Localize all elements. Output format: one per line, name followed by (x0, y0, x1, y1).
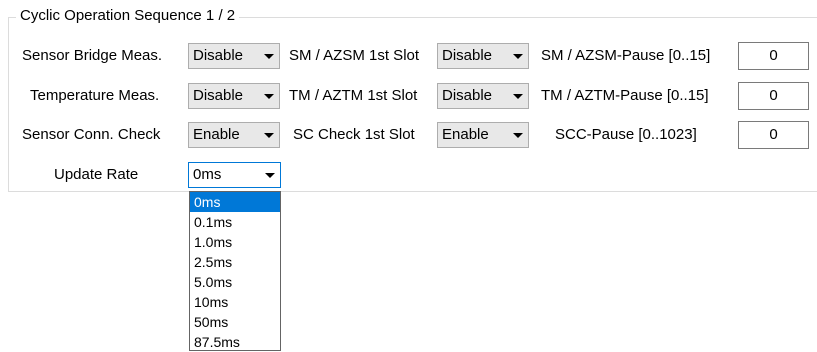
tm-aztm-slot-value: Disable (442, 87, 493, 104)
update-rate-option[interactable]: 87.5ms (190, 332, 280, 352)
chevron-down-icon (513, 54, 523, 59)
update-rate-option[interactable]: 10ms (190, 292, 280, 312)
chevron-down-icon (513, 133, 523, 138)
update-rate-option[interactable]: 2.5ms (190, 252, 280, 272)
sensor-bridge-value: Disable (193, 47, 244, 64)
update-rate-option[interactable]: 50ms (190, 312, 280, 332)
tm-aztm-slot-select[interactable]: Disable (437, 83, 529, 109)
tm-aztm-slot-label: TM / AZTM 1st Slot (289, 87, 418, 104)
sc-check-slot-select[interactable]: Enable (437, 122, 529, 148)
sensor-bridge-label: Sensor Bridge Meas. (22, 47, 163, 64)
update-rate-option[interactable]: 5.0ms (190, 272, 280, 292)
temperature-label: Temperature Meas. (30, 87, 160, 104)
sensor-bridge-select[interactable]: Disable (188, 43, 280, 69)
sc-check-slot-label: SC Check 1st Slot (293, 126, 415, 143)
sm-azsm-slot-label: SM / AZSM 1st Slot (289, 47, 420, 64)
sensor-conn-label: Sensor Conn. Check (22, 126, 161, 143)
update-rate-select[interactable]: 0ms (188, 162, 281, 188)
sm-azsm-pause-input[interactable]: 0 (738, 42, 809, 70)
sm-azsm-pause-label: SM / AZSM-Pause [0..15] (541, 47, 711, 64)
temperature-select[interactable]: Disable (188, 83, 280, 109)
group-title: Cyclic Operation Sequence 1 / 2 (16, 6, 240, 26)
chevron-down-icon (264, 133, 274, 138)
chevron-down-icon (265, 173, 275, 178)
sensor-conn-select[interactable]: Enable (188, 122, 280, 148)
chevron-down-icon (513, 94, 523, 99)
update-rate-dropdown-list: 0ms 0.1ms 1.0ms 2.5ms 5.0ms 10ms 50ms 87… (189, 191, 281, 351)
chevron-down-icon (264, 94, 274, 99)
update-rate-option[interactable]: 1.0ms (190, 232, 280, 252)
update-rate-value: 0ms (193, 166, 222, 183)
tm-aztm-pause-label: TM / AZTM-Pause [0..15] (541, 87, 709, 104)
update-rate-option[interactable]: 0ms (190, 192, 280, 212)
sm-azsm-slot-select[interactable]: Disable (437, 43, 529, 69)
scc-pause-label: SCC-Pause [0..1023] (555, 126, 697, 143)
scc-pause-input[interactable]: 0 (738, 121, 809, 149)
sc-check-slot-value: Enable (442, 126, 489, 143)
sensor-conn-value: Enable (193, 126, 240, 143)
tm-aztm-pause-input[interactable]: 0 (738, 82, 809, 110)
sm-azsm-slot-value: Disable (442, 47, 493, 64)
update-rate-label: Update Rate (54, 166, 139, 183)
update-rate-option[interactable]: 0.1ms (190, 212, 280, 232)
temperature-value: Disable (193, 87, 244, 104)
chevron-down-icon (264, 54, 274, 59)
